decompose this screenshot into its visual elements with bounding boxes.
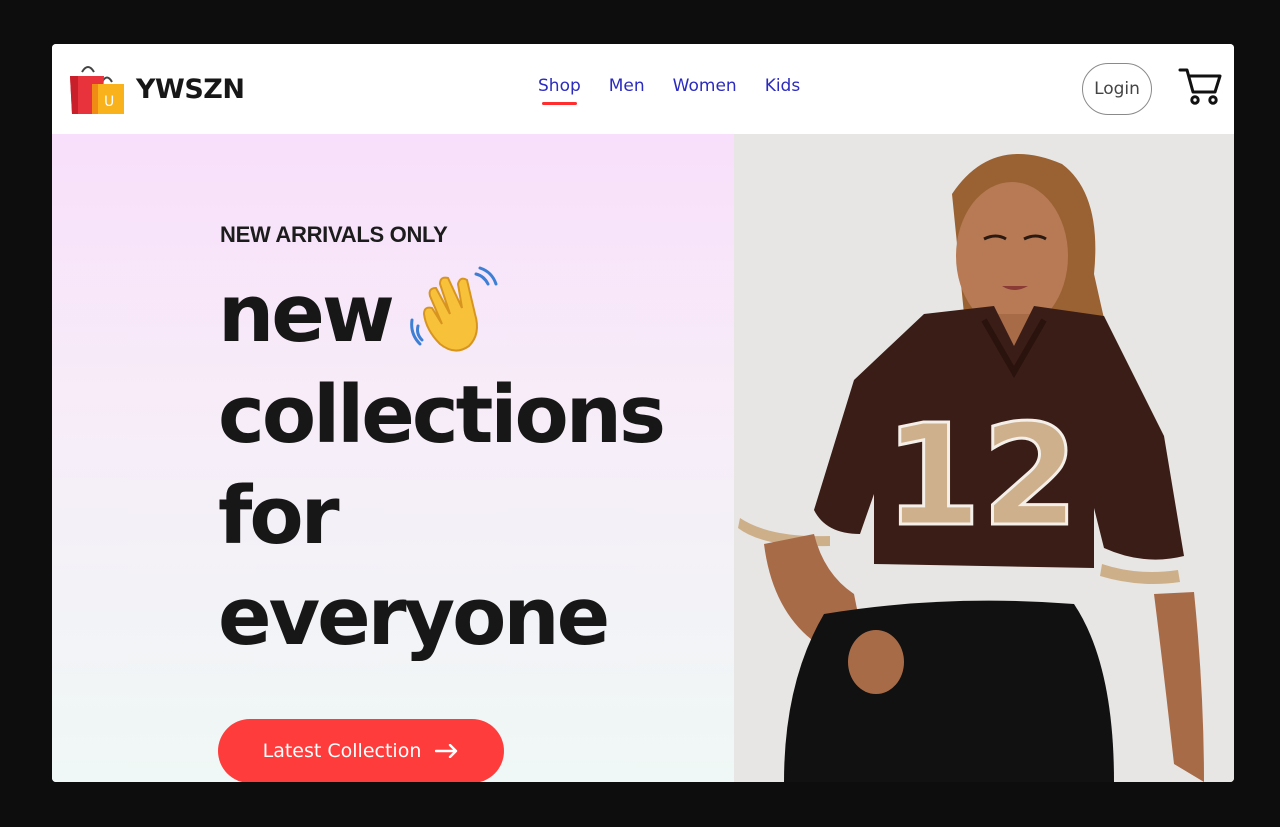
headline-line-1: new <box>218 264 738 365</box>
jersey-number: 12 <box>884 395 1079 558</box>
hero-model-image: 12 <box>734 134 1234 782</box>
hero-text-panel: NEW ARRIVALS ONLY new collections for ev… <box>52 134 734 782</box>
nav-item-kids[interactable]: Kids <box>765 76 801 96</box>
waving-hand-icon <box>410 266 498 352</box>
headline-line-3: for <box>218 470 340 562</box>
main-nav: Shop Men Women Kids <box>538 76 801 105</box>
brand[interactable]: U YWSZN <box>68 62 245 116</box>
nav-item-women[interactable]: Women <box>673 76 737 96</box>
shopping-bags-icon: U <box>70 66 124 114</box>
cart-icon <box>1178 68 1222 105</box>
browser-viewport: U YWSZN Shop Men Women Kids Login NEW AR… <box>52 44 1234 782</box>
hero-section: NEW ARRIVALS ONLY new collections for ev… <box>52 134 1234 782</box>
arrow-right-icon <box>435 744 458 758</box>
brand-name: YWSZN <box>136 73 245 105</box>
hero-headline: new collections for everyone <box>218 264 738 668</box>
hero-eyebrow: NEW ARRIVALS ONLY <box>220 222 448 247</box>
headline-word-new: new <box>218 268 395 360</box>
cta-label: Latest Collection <box>262 740 422 762</box>
nav-item-men[interactable]: Men <box>609 76 645 96</box>
login-button[interactable]: Login <box>1082 63 1152 115</box>
svg-text:U: U <box>104 94 114 110</box>
nav-item-shop[interactable]: Shop <box>538 76 581 105</box>
headline-line-4: everyone <box>218 571 610 663</box>
model-illustration: 12 <box>734 134 1234 782</box>
latest-collection-button[interactable]: Latest Collection <box>218 719 504 782</box>
cart-button[interactable] <box>1178 66 1222 106</box>
navbar: U YWSZN Shop Men Women Kids Login <box>52 44 1234 134</box>
headline-line-2: collections <box>218 369 666 461</box>
